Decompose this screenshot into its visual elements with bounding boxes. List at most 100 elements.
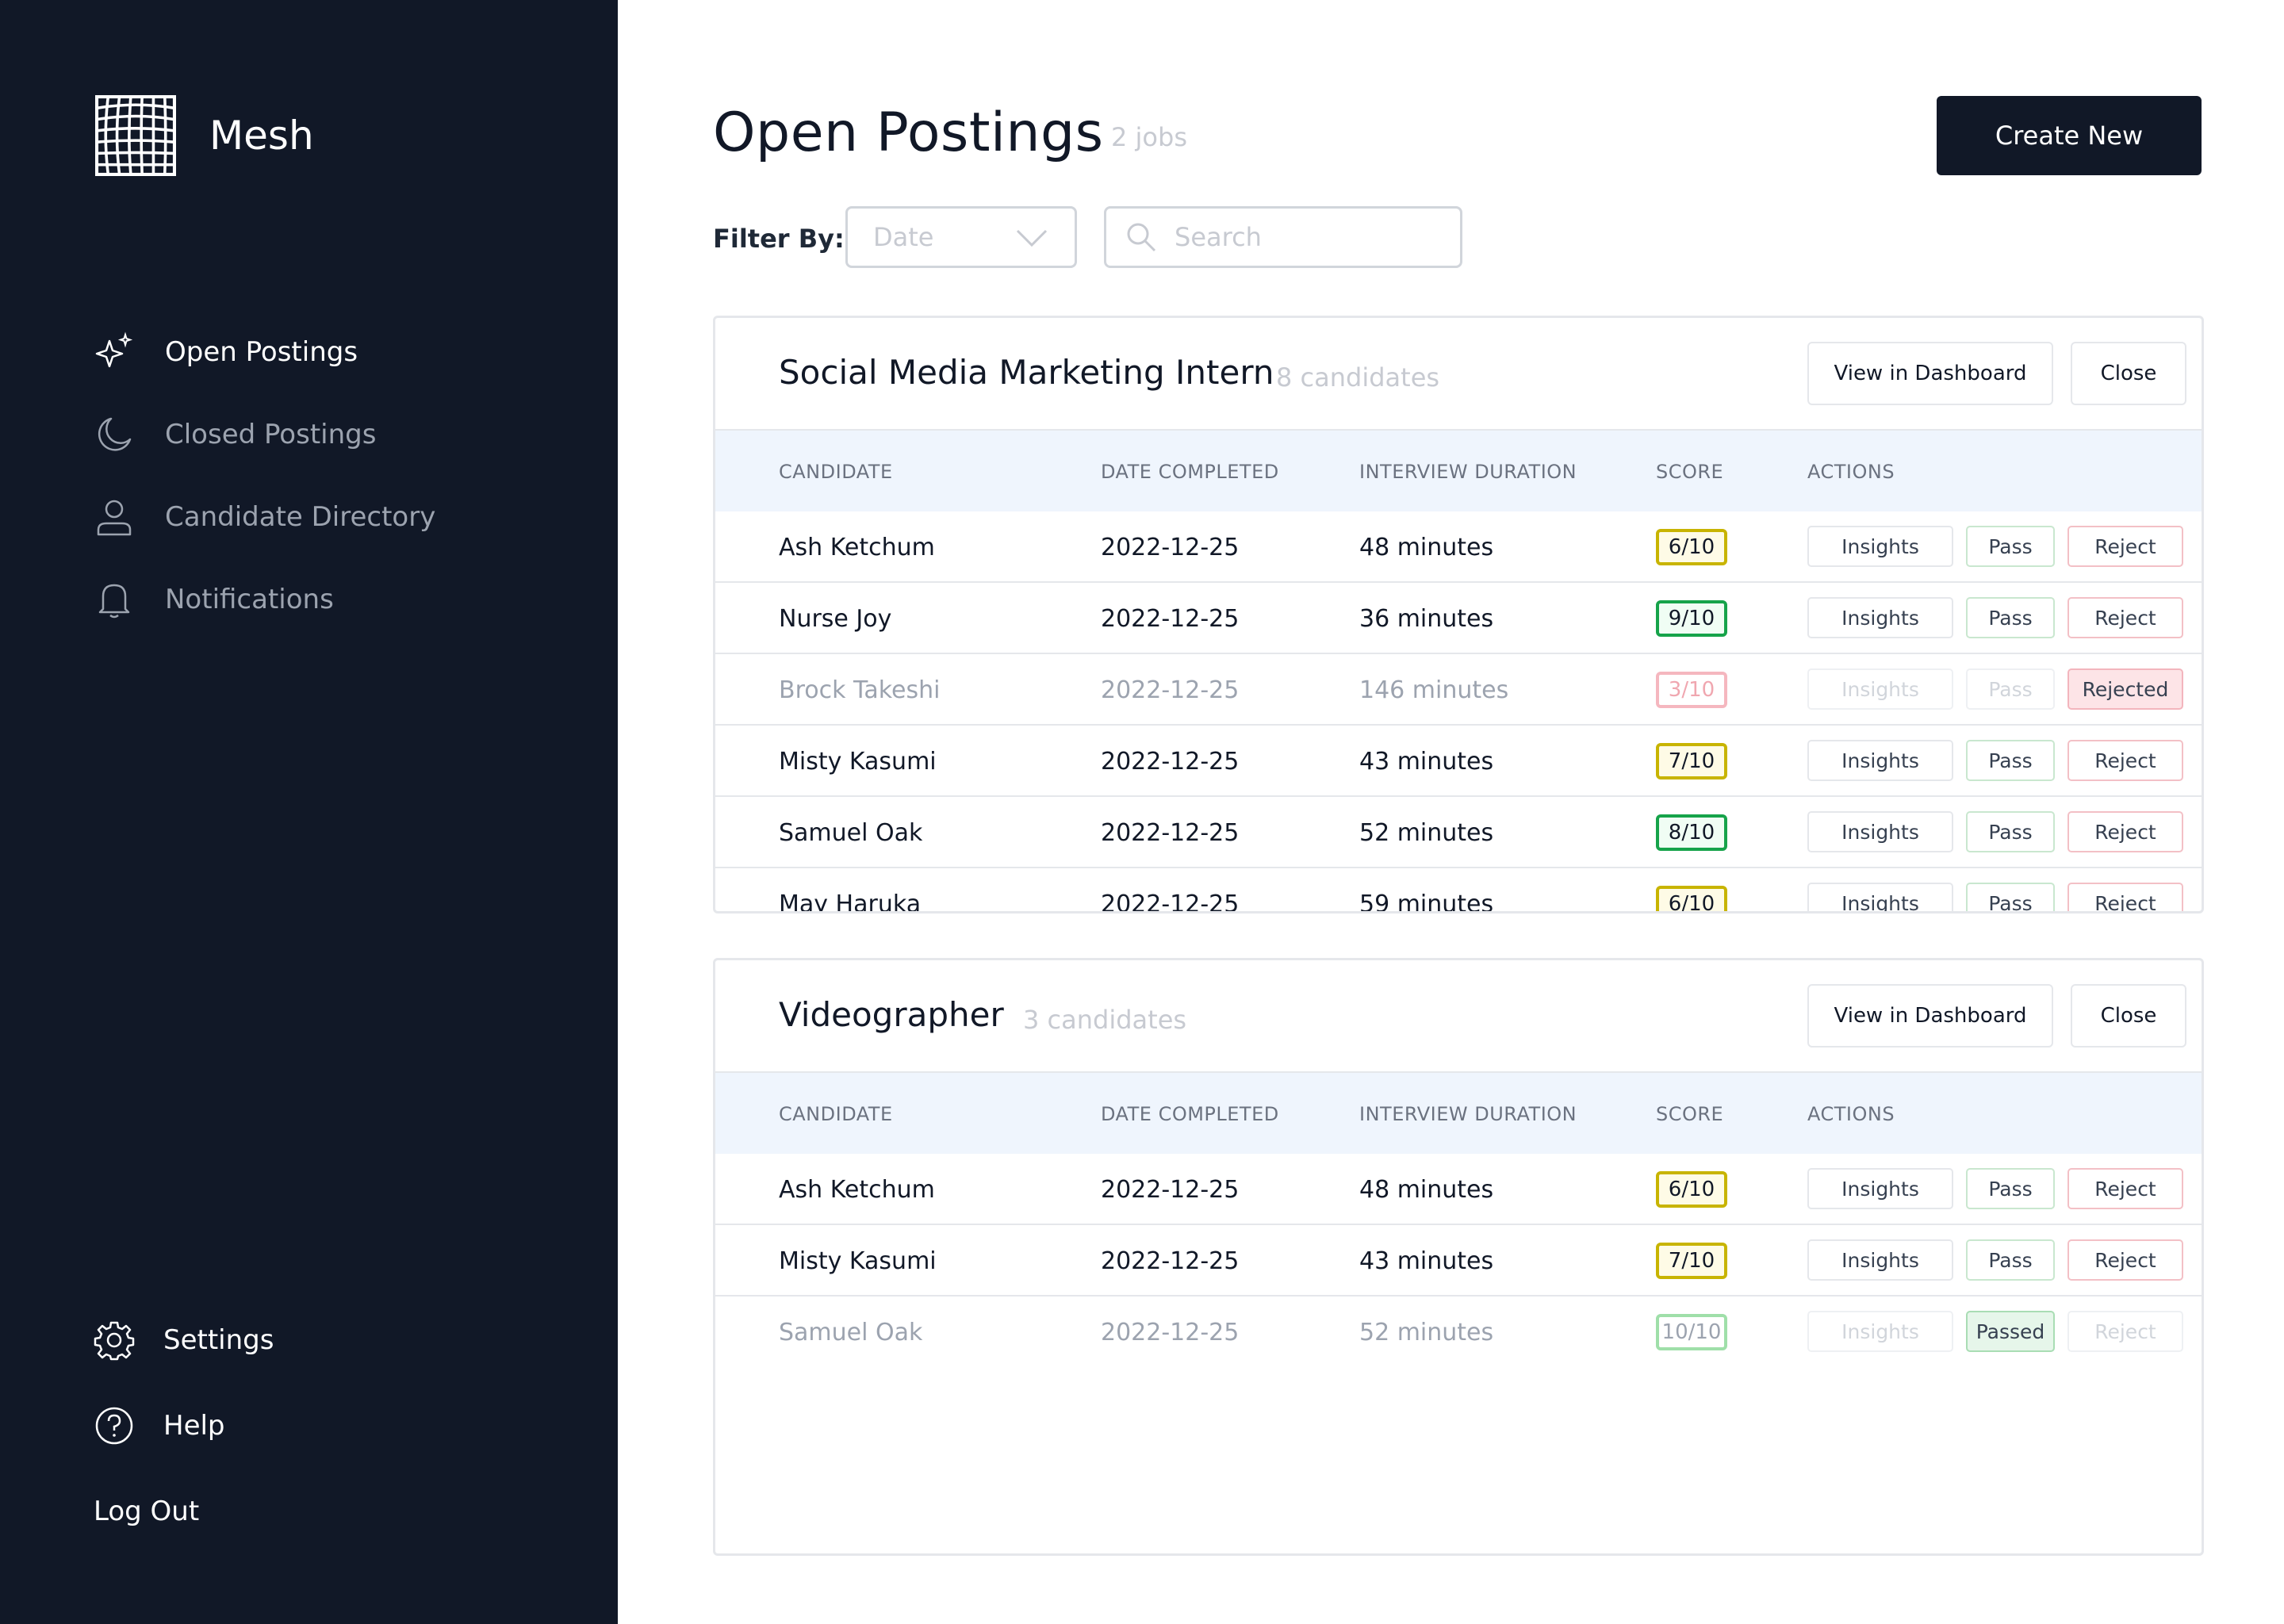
date-filter-select[interactable]: Date xyxy=(845,206,1077,268)
reject-button[interactable]: Reject xyxy=(2067,1168,2183,1209)
pass-button[interactable]: Pass xyxy=(1966,740,2055,781)
pass-button[interactable]: Pass xyxy=(1966,1239,2055,1281)
interview-duration: 43 minutes xyxy=(1359,1247,1494,1275)
search-box xyxy=(1104,206,1462,268)
sidebar-item-help[interactable]: Help xyxy=(94,1383,274,1469)
table-row: Brock Takeshi 2022-12-25 146 minutes 3/1… xyxy=(715,654,2202,726)
insights-button[interactable]: Insights xyxy=(1807,740,1953,781)
column-header-duration: INTERVIEW DURATION xyxy=(1359,461,1577,483)
pass-button[interactable]: Pass xyxy=(1966,811,2055,852)
score-badge: 6/10 xyxy=(1656,529,1727,565)
table-row: Nurse Joy 2022-12-25 36 minutes 9/10 Ins… xyxy=(715,583,2202,654)
insights-button[interactable]: Insights xyxy=(1807,1239,1953,1281)
sidebar: Mesh Open Postings Closed Postings Candi… xyxy=(0,0,618,1624)
date-completed: 2022-12-25 xyxy=(1101,676,1240,704)
table-row: Misty Kasumi 2022-12-25 43 minutes 7/10 … xyxy=(715,726,2202,797)
mesh-grid-icon xyxy=(95,95,176,176)
app-name: Mesh xyxy=(209,113,314,159)
reject-button[interactable]: Reject xyxy=(2067,883,2183,911)
posting-title: Videographer xyxy=(779,995,1004,1034)
sidebar-item-open-postings[interactable]: Open Postings xyxy=(94,311,435,393)
column-header-date: DATE COMPLETED xyxy=(1101,461,1279,483)
table-header: CANDIDATE DATE COMPLETED INTERVIEW DURAT… xyxy=(715,431,2202,511)
pass-button[interactable]: Pass xyxy=(1966,597,2055,638)
score-badge: 3/10 xyxy=(1656,672,1727,708)
candidate-name: Samuel Oak xyxy=(779,1319,923,1346)
help-circle-icon xyxy=(94,1405,135,1446)
moon-icon xyxy=(94,414,135,455)
interview-duration: 52 minutes xyxy=(1359,819,1494,847)
sidebar-item-label: Log Out xyxy=(94,1496,200,1527)
sidebar-item-settings[interactable]: Settings xyxy=(94,1297,274,1383)
interview-duration: 146 minutes xyxy=(1359,676,1509,704)
insights-button[interactable]: Insights xyxy=(1807,668,1953,710)
score-badge: 6/10 xyxy=(1656,1171,1727,1208)
table-header: CANDIDATE DATE COMPLETED INTERVIEW DURAT… xyxy=(715,1073,2202,1154)
reject-button[interactable]: Reject xyxy=(2067,1239,2183,1281)
candidate-name: Misty Kasumi xyxy=(779,748,937,776)
reject-button[interactable]: Reject xyxy=(2067,811,2183,852)
insights-button[interactable]: Insights xyxy=(1807,1311,1953,1352)
interview-duration: 48 minutes xyxy=(1359,1176,1494,1204)
reject-button[interactable]: Reject xyxy=(2067,597,2183,638)
column-header-score: SCORE xyxy=(1656,461,1724,483)
reject-button[interactable]: Reject xyxy=(2067,1311,2183,1352)
interview-duration: 36 minutes xyxy=(1359,605,1494,633)
table-row: Samuel Oak 2022-12-25 52 minutes 10/10 I… xyxy=(715,1297,2202,1368)
sidebar-item-label: Settings xyxy=(163,1324,274,1356)
sidebar-nav: Open Postings Closed Postings Candidate … xyxy=(94,311,435,641)
pass-button[interactable]: Pass xyxy=(1966,1168,2055,1209)
reject-button[interactable]: Reject xyxy=(2067,526,2183,567)
sidebar-item-notifications[interactable]: Notifications xyxy=(94,558,435,641)
date-completed: 2022-12-25 xyxy=(1101,605,1240,633)
close-posting-button[interactable]: Close xyxy=(2071,342,2186,405)
sidebar-item-log-out[interactable]: Log Out xyxy=(94,1469,274,1554)
pass-button[interactable]: Pass xyxy=(1966,526,2055,567)
create-new-button[interactable]: Create New xyxy=(1937,96,2202,175)
close-posting-button[interactable]: Close xyxy=(2071,984,2186,1048)
main-content: Open Postings 2 jobs Create New Filter B… xyxy=(713,0,2204,1624)
table-row: May Haruka 2022-12-25 59 minutes 6/10 In… xyxy=(715,868,2202,911)
chevron-down-icon xyxy=(1016,229,1048,247)
candidate-name: Samuel Oak xyxy=(779,819,923,847)
sidebar-item-label: Help xyxy=(163,1410,225,1442)
insights-button[interactable]: Insights xyxy=(1807,811,1953,852)
candidate-name: Ash Ketchum xyxy=(779,534,935,561)
sidebar-item-closed-postings[interactable]: Closed Postings xyxy=(94,393,435,476)
interview-duration: 52 minutes xyxy=(1359,1319,1494,1346)
reject-button[interactable]: Reject xyxy=(2067,740,2183,781)
sidebar-item-candidate-directory[interactable]: Candidate Directory xyxy=(94,476,435,558)
posting-card: Videographer 3 candidates View in Dashbo… xyxy=(713,958,2204,1556)
view-in-dashboard-button[interactable]: View in Dashboard xyxy=(1807,984,2053,1048)
view-in-dashboard-button[interactable]: View in Dashboard xyxy=(1807,342,2053,405)
posting-header: Social Media Marketing Intern 8 candidat… xyxy=(715,318,2202,431)
jobs-count: 2 jobs xyxy=(1111,122,1187,152)
candidate-name: Ash Ketchum xyxy=(779,1176,935,1204)
interview-duration: 43 minutes xyxy=(1359,748,1494,776)
insights-button[interactable]: Insights xyxy=(1807,526,1953,567)
candidate-name: Misty Kasumi xyxy=(779,1247,937,1275)
score-badge: 6/10 xyxy=(1656,886,1727,911)
pass-button[interactable]: Pass xyxy=(1966,668,2055,710)
rejected-status-button[interactable]: Rejected xyxy=(2067,668,2183,710)
brand[interactable]: Mesh xyxy=(95,95,314,176)
column-header-date: DATE COMPLETED xyxy=(1101,1103,1279,1125)
search-input[interactable] xyxy=(1175,222,1444,252)
column-header-candidate: CANDIDATE xyxy=(779,461,893,483)
date-completed: 2022-12-25 xyxy=(1101,534,1240,561)
table-row: Ash Ketchum 2022-12-25 48 minutes 6/10 I… xyxy=(715,1154,2202,1225)
posting-header: Videographer 3 candidates View in Dashbo… xyxy=(715,960,2202,1073)
filter-label: Filter By: xyxy=(713,224,845,254)
insights-button[interactable]: Insights xyxy=(1807,597,1953,638)
gear-icon xyxy=(94,1320,135,1361)
sidebar-item-label: Closed Postings xyxy=(165,419,377,450)
pass-button[interactable]: Pass xyxy=(1966,883,2055,911)
score-badge: 7/10 xyxy=(1656,1243,1727,1279)
insights-button[interactable]: Insights xyxy=(1807,883,1953,911)
date-completed: 2022-12-25 xyxy=(1101,819,1240,847)
search-icon xyxy=(1127,223,1156,252)
score-badge: 7/10 xyxy=(1656,743,1727,779)
passed-status-button[interactable]: Passed xyxy=(1966,1311,2055,1352)
insights-button[interactable]: Insights xyxy=(1807,1168,1953,1209)
candidate-name: Nurse Joy xyxy=(779,605,892,633)
